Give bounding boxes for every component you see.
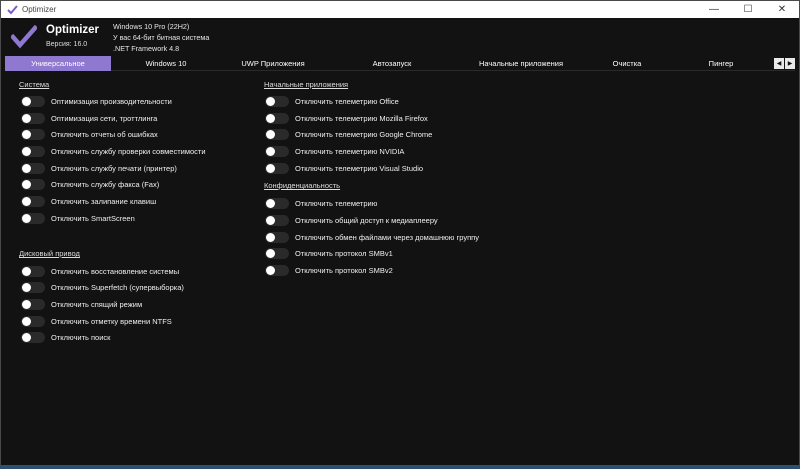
option-label: Отключить телеметрию Office — [295, 96, 399, 106]
option-hibernate[interactable]: Отключить спящий режим — [21, 297, 142, 311]
tab-cleanup[interactable]: Очистка — [583, 56, 671, 71]
option-label: Отключить протокол SMBv2 — [295, 265, 393, 275]
option-label: Отключить обмен файлами через домашнюю г… — [295, 232, 479, 242]
toggle-switch[interactable] — [21, 178, 45, 190]
app-name: Optimizer — [46, 24, 100, 36]
toggle-switch[interactable] — [21, 298, 45, 310]
option-label: Отключить спящий режим — [51, 299, 143, 309]
system-info: Windows 10 Pro (22H2) У вас 64-бит битна… — [113, 21, 209, 54]
toggle-switch[interactable] — [265, 247, 289, 259]
section-title-startup-apps: Начальные приложения — [264, 80, 349, 89]
option-label: Отключить телеметрию Mozilla Firefox — [295, 113, 428, 123]
toggle-switch[interactable] — [265, 95, 289, 107]
close-button[interactable]: ✕ — [765, 1, 799, 18]
option-telemetry-firefox[interactable]: Отключить телеметрию Mozilla Firefox — [265, 111, 428, 125]
toggle-switch[interactable] — [21, 281, 45, 293]
logo-check-icon — [11, 25, 37, 49]
tab-scroll-left-button[interactable]: ◀ — [774, 58, 784, 69]
option-label: Оптимизация производительности — [51, 96, 172, 106]
option-homegroup[interactable]: Отключить обмен файлами через домашнюю г… — [265, 230, 479, 244]
tab-universal[interactable]: Универсальное — [5, 56, 111, 71]
option-media-sharing[interactable]: Отключить общий доступ к медиаплееру — [265, 213, 438, 227]
option-telemetry-visual-studio[interactable]: Отключить телеметрию Visual Studio — [265, 161, 423, 175]
tab-bar: Универсальное Windows 10 UWP Приложения … — [5, 56, 795, 71]
minimize-button[interactable]: — — [697, 1, 731, 18]
option-telemetry-chrome[interactable]: Отключить телеметрию Google Chrome — [265, 127, 432, 141]
option-label: Отключить службу проверки совместимости — [51, 146, 206, 156]
tab-scroll-arrows: ◀ ▶ — [774, 58, 795, 69]
app-check-icon — [5, 3, 19, 17]
toggle-switch[interactable] — [21, 331, 45, 343]
section-title-privacy: Конфиденциальность — [264, 181, 341, 190]
option-network-throttling[interactable]: Оптимизация сети, троттлинга — [21, 111, 157, 125]
toggle-switch[interactable] — [21, 212, 45, 224]
os-version: Windows 10 Pro (22H2) — [113, 22, 190, 31]
toggle-switch[interactable] — [21, 95, 45, 107]
toggle-switch[interactable] — [265, 197, 289, 209]
tab-windows10[interactable]: Windows 10 — [111, 56, 221, 71]
toggle-switch[interactable] — [21, 112, 45, 124]
tab-autorun[interactable]: Автозапуск — [325, 56, 459, 71]
tab-startup-apps[interactable]: Начальные приложения — [459, 56, 583, 71]
option-label: Отключить протокол SMBv1 — [295, 248, 393, 258]
option-label: Отключить общий доступ к медиаплееру — [295, 215, 438, 225]
toggle-switch[interactable] — [265, 128, 289, 140]
toggle-switch[interactable] — [265, 264, 289, 276]
option-label: Отключить поиск — [51, 332, 111, 342]
toggle-switch[interactable] — [21, 162, 45, 174]
option-smbv1[interactable]: Отключить протокол SMBv1 — [265, 246, 393, 260]
option-superfetch[interactable]: Отключить Superfetch (супервыборка) — [21, 280, 184, 294]
tab-pinger[interactable]: Пингер — [671, 56, 771, 71]
os-bitness: У вас 64-бит битная система — [113, 33, 210, 42]
window-title: Optimizer — [22, 5, 57, 14]
toggle-switch[interactable] — [21, 145, 45, 157]
option-label: Отключить SmartScreen — [51, 213, 135, 223]
option-label: Отключить отметку времени NTFS — [51, 316, 172, 326]
option-label: Отключить телеметрию — [295, 198, 378, 208]
option-search[interactable]: Отключить поиск — [21, 330, 110, 344]
option-telemetry[interactable]: Отключить телеметрию — [265, 196, 377, 210]
title-bar[interactable]: Optimizer — ☐ ✕ — [1, 1, 799, 18]
option-label: Отключить восстановление системы — [51, 266, 180, 276]
toggle-switch[interactable] — [21, 315, 45, 327]
option-label: Отключить залипание клавиш — [51, 196, 157, 206]
tab-uwp-apps[interactable]: UWP Приложения — [221, 56, 325, 71]
option-label: Отключить телеметрию NVIDIA — [295, 146, 405, 156]
option-label: Отключить телеметрию Google Chrome — [295, 129, 433, 139]
toggle-switch[interactable] — [265, 214, 289, 226]
toggle-switch[interactable] — [265, 145, 289, 157]
section-title-disk: Дисковый привод — [19, 249, 80, 258]
option-compat-service[interactable]: Отключить службу проверки совместимости — [21, 144, 206, 158]
option-smbv2[interactable]: Отключить протокол SMBv2 — [265, 263, 393, 277]
tab-scroll-right-button[interactable]: ▶ — [785, 58, 795, 69]
option-label: Отключить службу печати (принтер) — [51, 163, 177, 173]
option-telemetry-office[interactable]: Отключить телеметрию Office — [265, 94, 399, 108]
toggle-switch[interactable] — [21, 195, 45, 207]
toggle-switch[interactable] — [21, 265, 45, 277]
optimizer-window: Optimizer — ☐ ✕ Optimizer Версия: 16.0 W… — [0, 0, 800, 466]
option-label: Отключить отчеты об ошибках — [51, 129, 158, 139]
option-system-restore[interactable]: Отключить восстановление системы — [21, 264, 179, 278]
option-fax-service[interactable]: Отключить службу факса (Fax) — [21, 177, 159, 191]
option-sticky-keys[interactable]: Отключить залипание клавиш — [21, 194, 156, 208]
section-title-system: Система — [19, 80, 50, 89]
option-smartscreen[interactable]: Отключить SmartScreen — [21, 211, 135, 225]
app-header: Optimizer Версия: 16.0 Windows 10 Pro (2… — [1, 18, 799, 55]
option-label: Отключить службу факса (Fax) — [51, 179, 160, 189]
app-version: Версия: 16.0 — [46, 41, 88, 48]
option-error-reports[interactable]: Отключить отчеты об ошибках — [21, 127, 158, 141]
option-performance[interactable]: Оптимизация производительности — [21, 94, 172, 108]
toggle-switch[interactable] — [265, 231, 289, 243]
option-telemetry-nvidia[interactable]: Отключить телеметрию NVIDIA — [265, 144, 404, 158]
framework-version: .NET Framework 4.8 — [113, 44, 180, 53]
option-ntfs-timestamp[interactable]: Отключить отметку времени NTFS — [21, 314, 172, 328]
toggle-switch[interactable] — [21, 128, 45, 140]
toggle-switch[interactable] — [265, 162, 289, 174]
option-label: Отключить телеметрию Visual Studio — [295, 163, 424, 173]
toggle-switch[interactable] — [265, 112, 289, 124]
option-label: Отключить Superfetch (супервыборка) — [51, 282, 184, 292]
option-label: Оптимизация сети, троттлинга — [51, 113, 158, 123]
maximize-button[interactable]: ☐ — [731, 1, 765, 18]
option-print-service[interactable]: Отключить службу печати (принтер) — [21, 161, 177, 175]
